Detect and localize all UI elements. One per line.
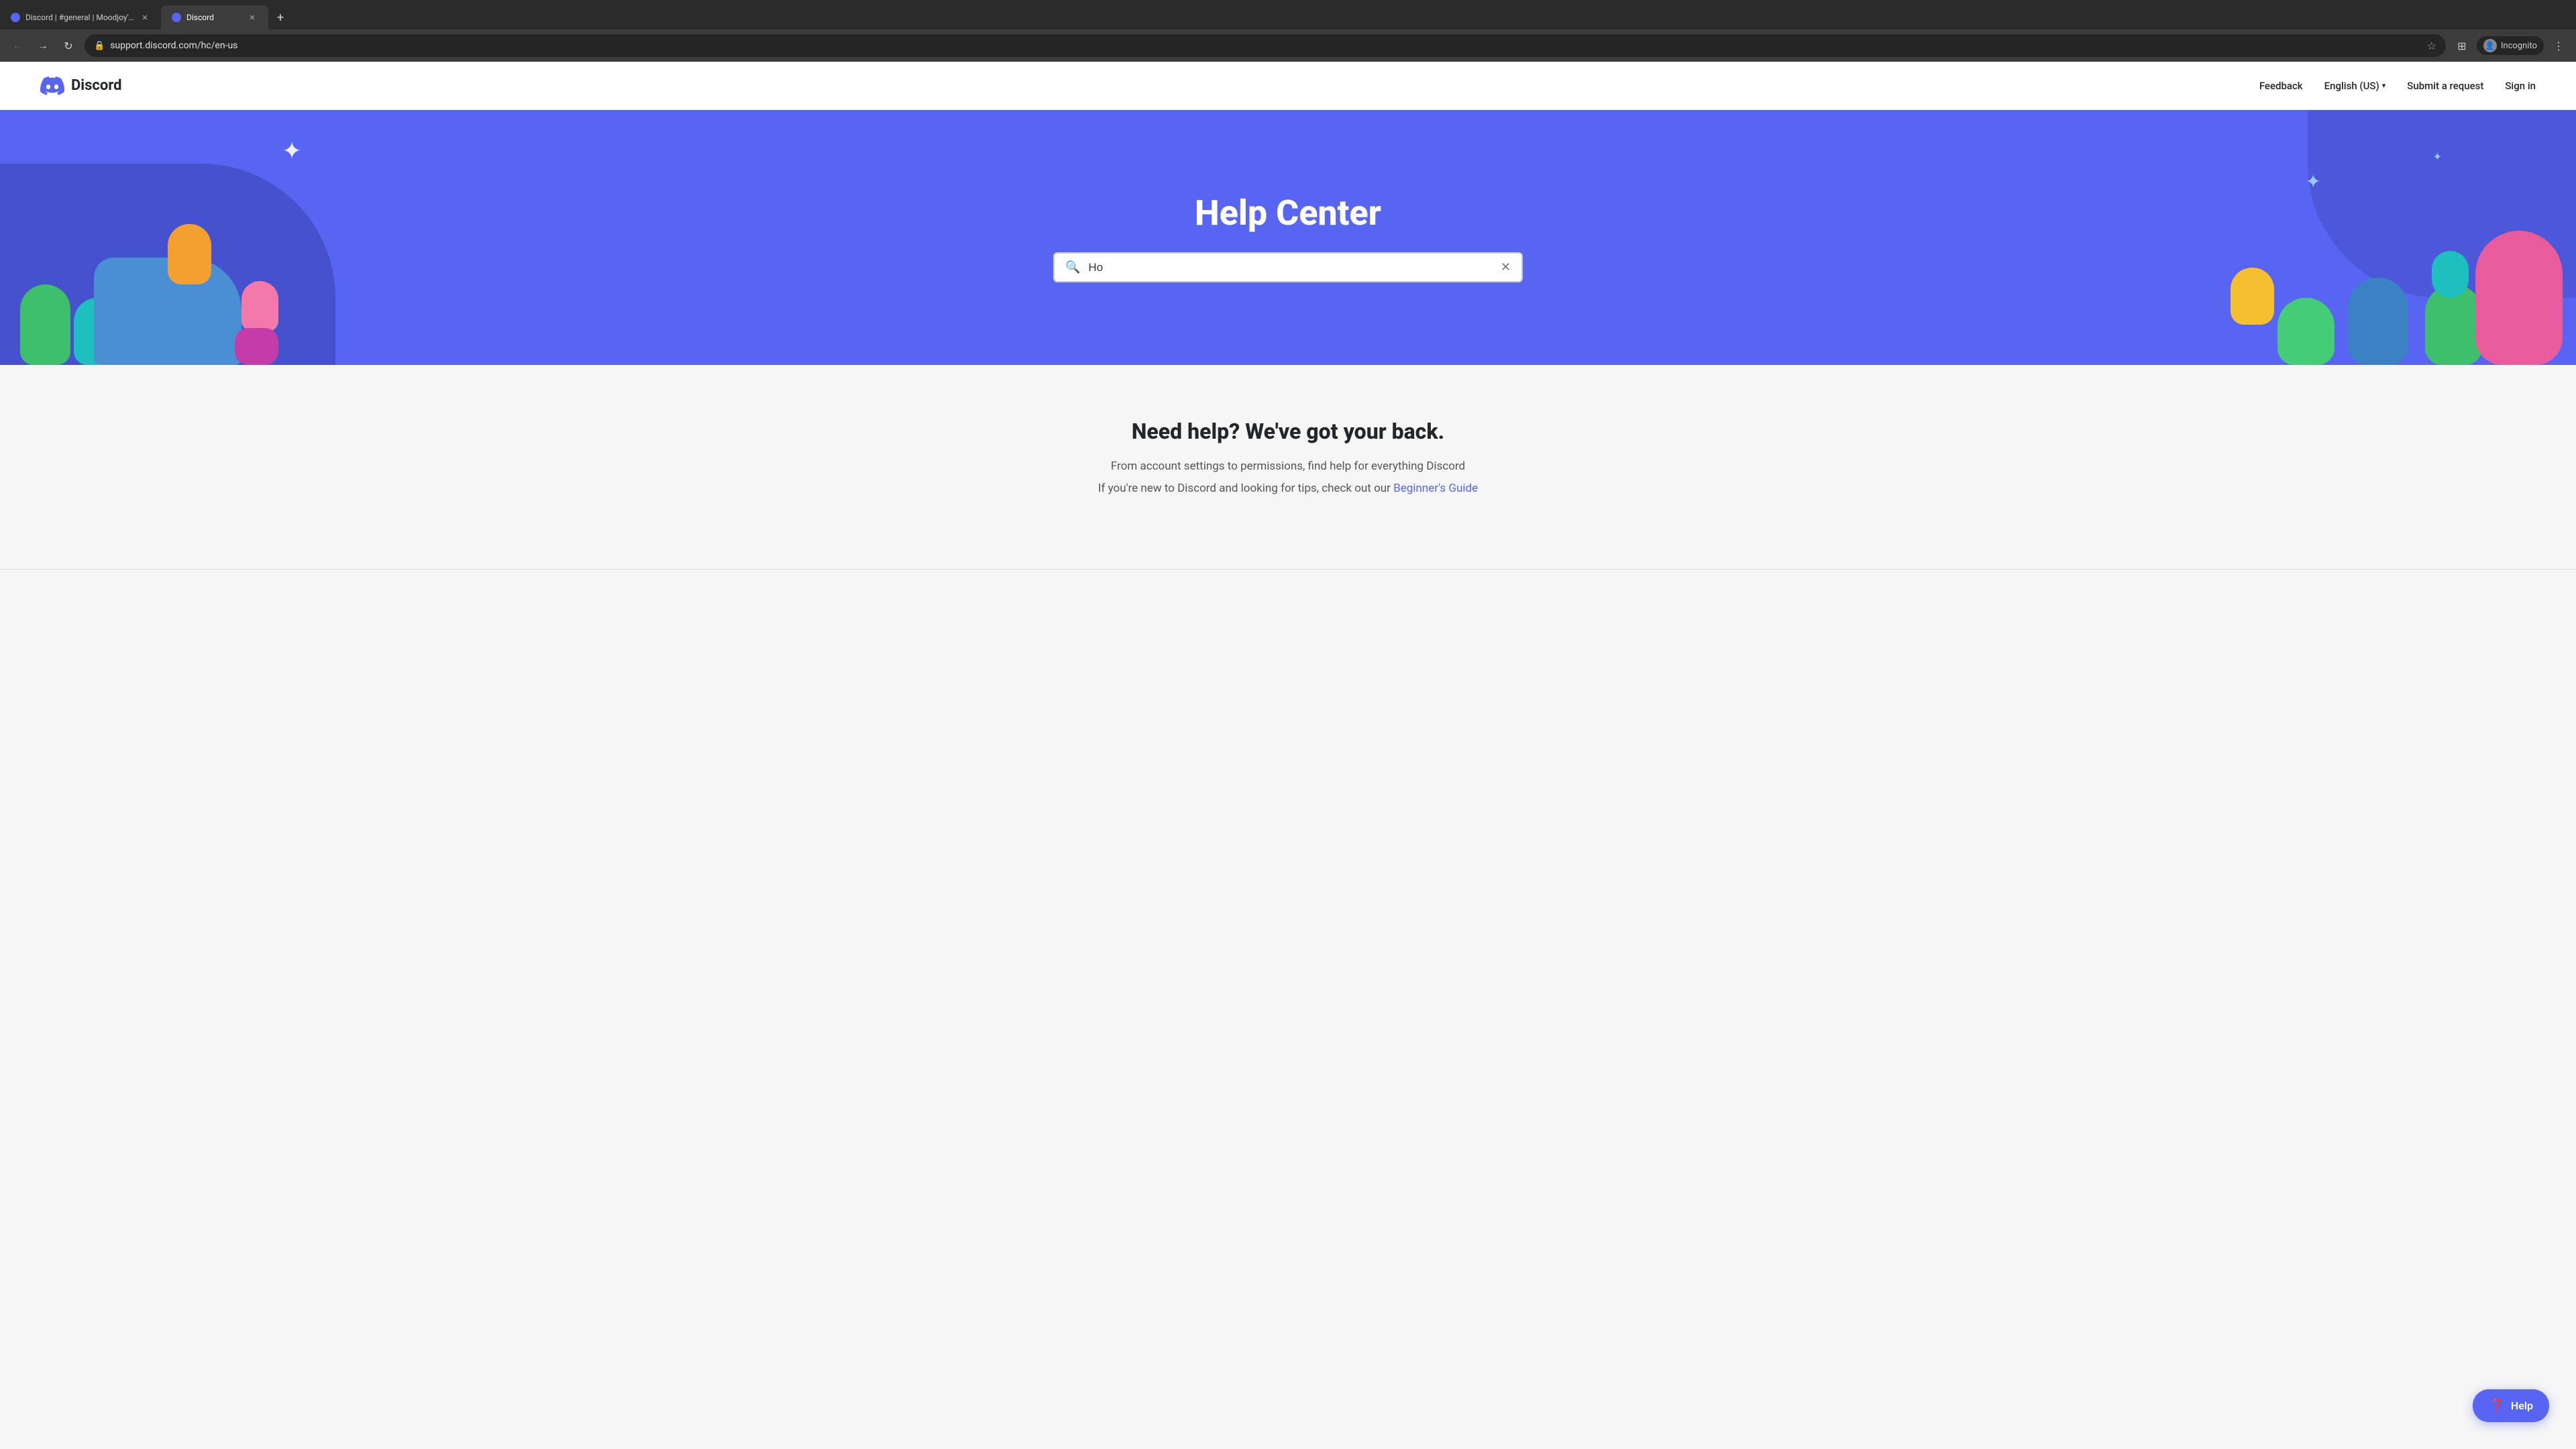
search-bar: 🔍 ✕ [1053, 252, 1523, 282]
lock-icon: 🔒 [94, 41, 105, 51]
help-fab-button[interactable]: ❓ Help [2473, 1389, 2549, 1422]
discord-logo-icon [40, 76, 64, 95]
address-text: support.discord.com/hc/en-us [110, 40, 2421, 51]
browser-tab-2[interactable]: Discord ✕ [161, 5, 268, 30]
description-line1: From account settings to permissions, fi… [1000, 458, 1576, 476]
bottom-divider [0, 569, 2576, 570]
menu-button[interactable]: ⋮ [2549, 36, 2568, 55]
description-line2: If you're new to Discord and looking for… [1000, 480, 1576, 498]
search-input[interactable] [1088, 261, 1492, 274]
hero-title: Help Center [1195, 193, 1381, 233]
hero-characters: ✦ ✦ ✦ ✦ [0, 110, 2576, 365]
tab2-favicon [172, 13, 181, 22]
sign-in-link[interactable]: Sign in [2505, 80, 2536, 92]
char-yellow-right [2231, 268, 2274, 325]
help-fab-label: Help [2511, 1399, 2533, 1412]
tab1-close-button[interactable]: ✕ [140, 12, 150, 23]
section-title: Need help? We've got your back. [1000, 419, 1576, 444]
page-content: Discord Feedback English (US) ▾ Submit a… [0, 62, 2576, 570]
address-bar-row: ← → ↻ 🔒 support.discord.com/hc/en-us ☆ ⊞… [0, 30, 2576, 62]
char-frog [2277, 298, 2334, 365]
hero-banner: ✦ ✦ ✦ ✦ [0, 110, 2576, 365]
beginners-guide-link[interactable]: Beginner's Guide [1393, 482, 1478, 495]
main-content: Need help? We've got your back. From acc… [986, 365, 1590, 542]
tab1-title: Discord | #general | Moodjoy's... [25, 13, 134, 22]
extensions-icon[interactable]: ⊞ [2453, 36, 2471, 55]
back-button[interactable]: ← [8, 36, 27, 55]
tab-bar: Discord | #general | Moodjoy's... ✕ Disc… [0, 0, 2576, 30]
browser-tab-1[interactable]: Discord | #general | Moodjoy's... ✕ [0, 5, 161, 30]
bookmark-icon[interactable]: ☆ [2427, 40, 2436, 52]
search-icon: 🔍 [1065, 260, 1080, 274]
logo-text: Discord [71, 77, 122, 94]
forward-button[interactable]: → [34, 36, 52, 55]
tab1-favicon [11, 13, 20, 22]
feedback-link[interactable]: Feedback [2259, 80, 2303, 92]
toolbar-right: ⊞ 👤 Incognito ⋮ [2453, 36, 2568, 55]
address-bar[interactable]: 🔒 support.discord.com/hc/en-us ☆ [85, 34, 2446, 57]
tab2-close-button[interactable]: ✕ [247, 12, 258, 23]
help-fab-icon: ❓ [2489, 1399, 2504, 1413]
description-line2-text: If you're new to Discord and looking for… [1098, 482, 1393, 495]
incognito-icon: 👤 [2483, 39, 2497, 52]
language-link[interactable]: English (US) ▾ [2324, 80, 2386, 92]
language-chevron-icon: ▾ [2382, 81, 2386, 90]
sparkle-1-icon: ✦ [282, 137, 302, 165]
tab2-title: Discord [186, 13, 241, 22]
browser-chrome: Discord | #general | Moodjoy's... ✕ Disc… [0, 0, 2576, 62]
logo-area[interactable]: Discord [40, 76, 122, 95]
search-bar-container: 🔍 ✕ [1053, 252, 1523, 282]
incognito-badge[interactable]: 👤 Incognito [2477, 36, 2544, 55]
submit-request-link[interactable]: Submit a request [2407, 80, 2483, 92]
incognito-label: Incognito [2501, 41, 2537, 51]
bg-curve-right [2308, 110, 2576, 298]
reload-button[interactable]: ↻ [59, 36, 78, 55]
bg-curve-left [0, 164, 335, 365]
nav-links: Feedback English (US) ▾ Submit a request… [2259, 80, 2536, 92]
new-tab-button[interactable]: + [271, 8, 290, 27]
search-clear-button[interactable]: ✕ [1501, 260, 1511, 274]
language-label: English (US) [2324, 80, 2379, 92]
site-nav: Discord Feedback English (US) ▾ Submit a… [0, 62, 2576, 110]
